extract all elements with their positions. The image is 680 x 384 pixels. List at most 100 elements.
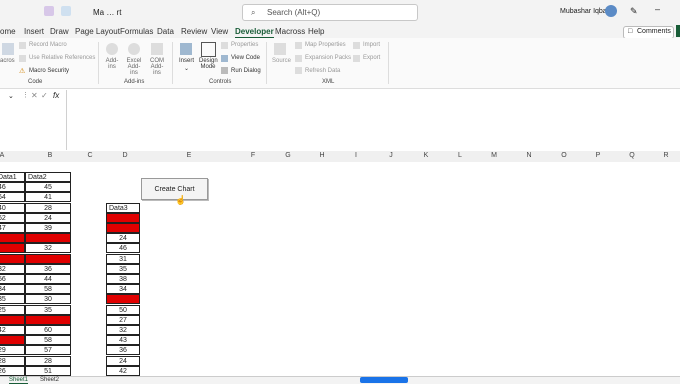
source-button[interactable]: Source xyxy=(272,58,291,64)
cell-b[interactable] xyxy=(25,233,71,244)
save-icon[interactable] xyxy=(61,6,71,16)
tab-macross[interactable]: Macross xyxy=(275,27,305,36)
search-input[interactable]: ⌕ Search (Alt+Q) xyxy=(242,4,418,21)
cell-b[interactable]: 32 xyxy=(25,243,71,254)
header-cell[interactable]: Data1 xyxy=(0,172,25,182)
share-button[interactable] xyxy=(676,25,680,37)
cell-d[interactable]: 36 xyxy=(106,345,140,356)
cell-d[interactable]: 34 xyxy=(106,284,140,295)
column-header[interactable]: O xyxy=(554,152,574,159)
cell-a[interactable]: 25 xyxy=(0,304,25,315)
column-header[interactable]: G xyxy=(278,152,298,159)
column-header[interactable]: E xyxy=(179,152,199,159)
column-header[interactable]: F xyxy=(243,152,263,159)
cell-d[interactable]: 24 xyxy=(106,233,140,244)
cell-b[interactable]: 24 xyxy=(25,212,71,223)
run-dialog-button[interactable]: Run Dialog xyxy=(231,68,261,74)
column-header[interactable]: B xyxy=(40,152,60,159)
macro-security-button[interactable]: Macro Security xyxy=(29,68,69,74)
cell-b[interactable] xyxy=(25,253,71,264)
column-header[interactable]: L xyxy=(450,152,470,159)
worksheet-grid[interactable] xyxy=(0,162,680,376)
import-button[interactable]: Import xyxy=(363,42,380,48)
add-ins-button[interactable]: Add-ins xyxy=(104,58,120,70)
cell-d[interactable] xyxy=(106,294,140,305)
cell-d[interactable]: 31 xyxy=(106,253,140,264)
cell-b[interactable]: 51 xyxy=(25,365,71,376)
user-name[interactable]: Mubashar Iqbal xyxy=(560,8,608,15)
tab-view[interactable]: View xyxy=(211,27,228,36)
cell-a[interactable]: 63 xyxy=(0,253,25,264)
formula-area[interactable] xyxy=(0,103,680,150)
cell-d[interactable]: 43 xyxy=(106,335,140,346)
cell-a[interactable]: 29 xyxy=(0,345,25,356)
column-header[interactable]: Q xyxy=(622,152,642,159)
cell-d[interactable]: 46 xyxy=(106,243,140,254)
cell-b[interactable]: 39 xyxy=(25,223,71,233)
column-header[interactable]: P xyxy=(588,152,608,159)
cell-b[interactable]: 58 xyxy=(25,284,71,295)
cell-b[interactable]: 36 xyxy=(25,263,71,274)
sheet-tab-2[interactable]: Sheet2 xyxy=(40,377,59,383)
cell-a[interactable] xyxy=(0,335,25,346)
expansion-packs-button[interactable]: Expansion Packs xyxy=(305,55,351,61)
header-cell[interactable]: Data3 xyxy=(106,202,140,213)
cell-d[interactable]: 27 xyxy=(106,314,140,325)
cell-a[interactable]: 62 xyxy=(0,212,25,223)
document-title[interactable]: Ma … rt xyxy=(93,8,121,17)
com-add-ins-button[interactable]: COM Add-ins xyxy=(147,58,167,76)
cell-b[interactable]: 57 xyxy=(25,345,71,356)
column-header[interactable]: N xyxy=(519,152,539,159)
cell-a[interactable] xyxy=(0,243,25,254)
cell-d[interactable]: 32 xyxy=(106,324,140,335)
cell-b[interactable]: 58 xyxy=(25,335,71,346)
cell-d[interactable]: 42 xyxy=(106,365,140,376)
cell-b[interactable]: 41 xyxy=(25,192,71,203)
excel-add-ins-button[interactable]: Excel Add-ins xyxy=(124,58,144,76)
tab-draw[interactable]: Draw xyxy=(50,27,69,36)
column-header[interactable]: H xyxy=(312,152,332,159)
column-header[interactable]: M xyxy=(484,152,504,159)
relative-refs-button[interactable]: Use Relative References xyxy=(29,55,95,61)
cell-b[interactable]: 44 xyxy=(25,274,71,284)
check-icon[interactable]: ✓ xyxy=(41,91,48,100)
refresh-data-button[interactable]: Refresh Data xyxy=(305,68,340,74)
column-header[interactable]: D xyxy=(115,152,135,159)
column-header[interactable]: C xyxy=(80,152,100,159)
cell-b[interactable]: 28 xyxy=(25,355,71,366)
cell-a[interactable]: 40 xyxy=(0,202,25,213)
cell-b[interactable]: 60 xyxy=(25,325,71,335)
cell-a[interactable]: 25 xyxy=(0,233,25,244)
tab-data[interactable]: Data xyxy=(157,27,174,36)
cell-a[interactable]: 47 xyxy=(0,223,25,233)
cell-d[interactable]: 38 xyxy=(106,273,140,284)
column-header[interactable]: J xyxy=(381,152,401,159)
tab-review[interactable]: Review xyxy=(181,27,207,36)
minimize-icon[interactable]: – xyxy=(655,4,660,14)
map-properties-button[interactable]: Map Properties xyxy=(305,42,346,48)
macros-button[interactable]: acros xyxy=(0,58,15,64)
avatar[interactable] xyxy=(605,5,617,17)
cell-d[interactable] xyxy=(106,222,140,233)
tab-help[interactable]: Help xyxy=(308,27,324,36)
insert-control-button[interactable]: Insert xyxy=(179,58,194,64)
column-header[interactable]: K xyxy=(416,152,436,159)
cell-b[interactable]: 30 xyxy=(25,294,71,305)
view-code-button[interactable]: View Code xyxy=(231,55,260,61)
header-cell[interactable]: Data2 xyxy=(25,172,71,182)
status-button[interactable] xyxy=(360,377,408,383)
cell-d[interactable]: 24 xyxy=(106,355,140,366)
cell-a[interactable]: 56 xyxy=(0,274,25,284)
cell-a[interactable]: 34 xyxy=(0,284,25,295)
cell-b[interactable]: 28 xyxy=(25,202,71,213)
cell-a[interactable]: 28 xyxy=(0,355,25,366)
cell-a[interactable]: 32 xyxy=(0,263,25,274)
tab-insert[interactable]: Insert xyxy=(24,27,44,36)
tab-formulas[interactable]: Formulas xyxy=(120,27,153,36)
column-header[interactable]: A xyxy=(0,152,12,159)
tab-page-layout[interactable]: Page Layout xyxy=(75,27,120,36)
cell-a[interactable]: 24 xyxy=(0,314,25,325)
cell-b[interactable]: 35 xyxy=(25,304,71,315)
cell-a[interactable]: 35 xyxy=(0,294,25,305)
cell-a[interactable]: 26 xyxy=(0,365,25,376)
